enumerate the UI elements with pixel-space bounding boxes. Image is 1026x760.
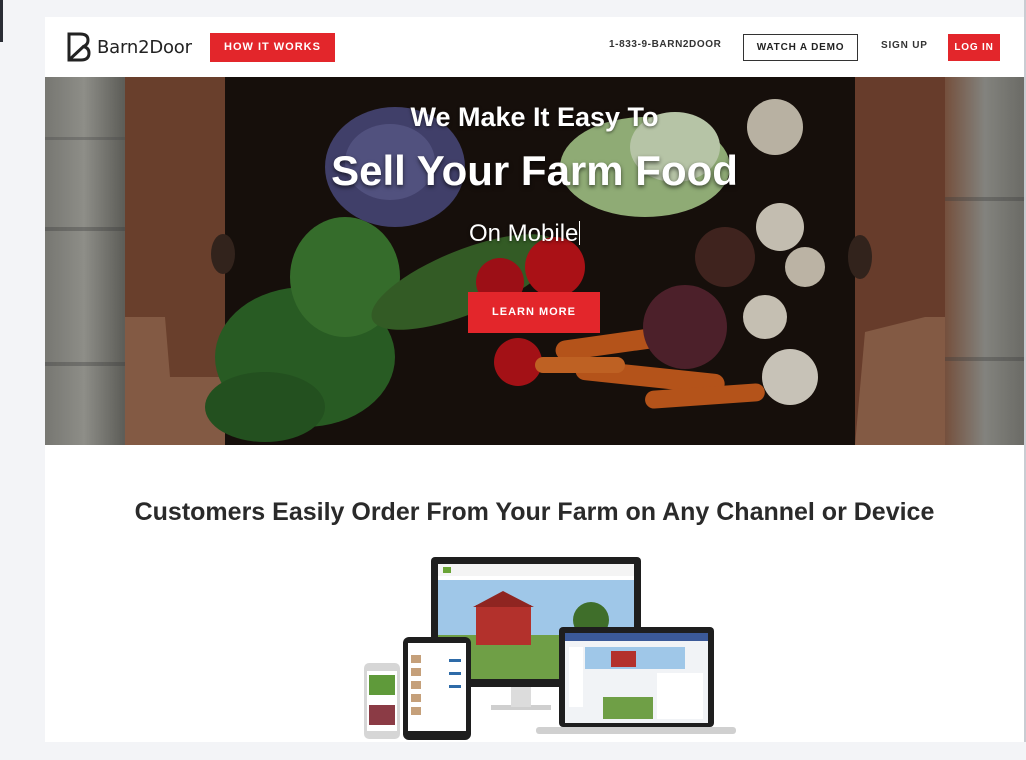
phone-number-link[interactable]: 1-833-9-BARN2DOOR [609,39,721,50]
hero-subheading-text: On Mobile [469,220,579,247]
section-title: Customers Easily Order From Your Farm on… [134,498,935,526]
hero-heading-line2: Sell Your Farm Food [331,147,738,194]
hero-heading-line1: We Make It Easy To [410,102,659,132]
log-in-button[interactable]: LOG IN [948,34,1000,61]
browser-frame-bottom [0,742,1026,760]
hero-subheading: On Mobile [469,220,581,248]
how-it-works-button[interactable]: HOW IT WORKS [210,33,335,62]
site-header: Barn2Door HOW IT WORKS 1-833-9-BARN2DOOR… [45,17,1024,77]
site-logo[interactable]: Barn2Door [67,32,192,62]
barn2door-logo-icon [67,32,91,62]
sign-up-link[interactable]: SIGN UP [881,40,928,51]
browser-frame-top [0,0,1026,17]
typing-cursor [579,221,581,245]
learn-more-button[interactable]: LEARN MORE [468,292,600,333]
hero-banner: We Make It Easy To Sell Your Farm Food O… [45,77,1024,445]
devices-illustration [364,557,736,740]
window-edge [0,0,3,42]
watch-demo-button[interactable]: WATCH A DEMO [743,34,858,61]
logo-text: Barn2Door [97,36,192,58]
web-page: Barn2Door HOW IT WORKS 1-833-9-BARN2DOOR… [45,17,1024,742]
